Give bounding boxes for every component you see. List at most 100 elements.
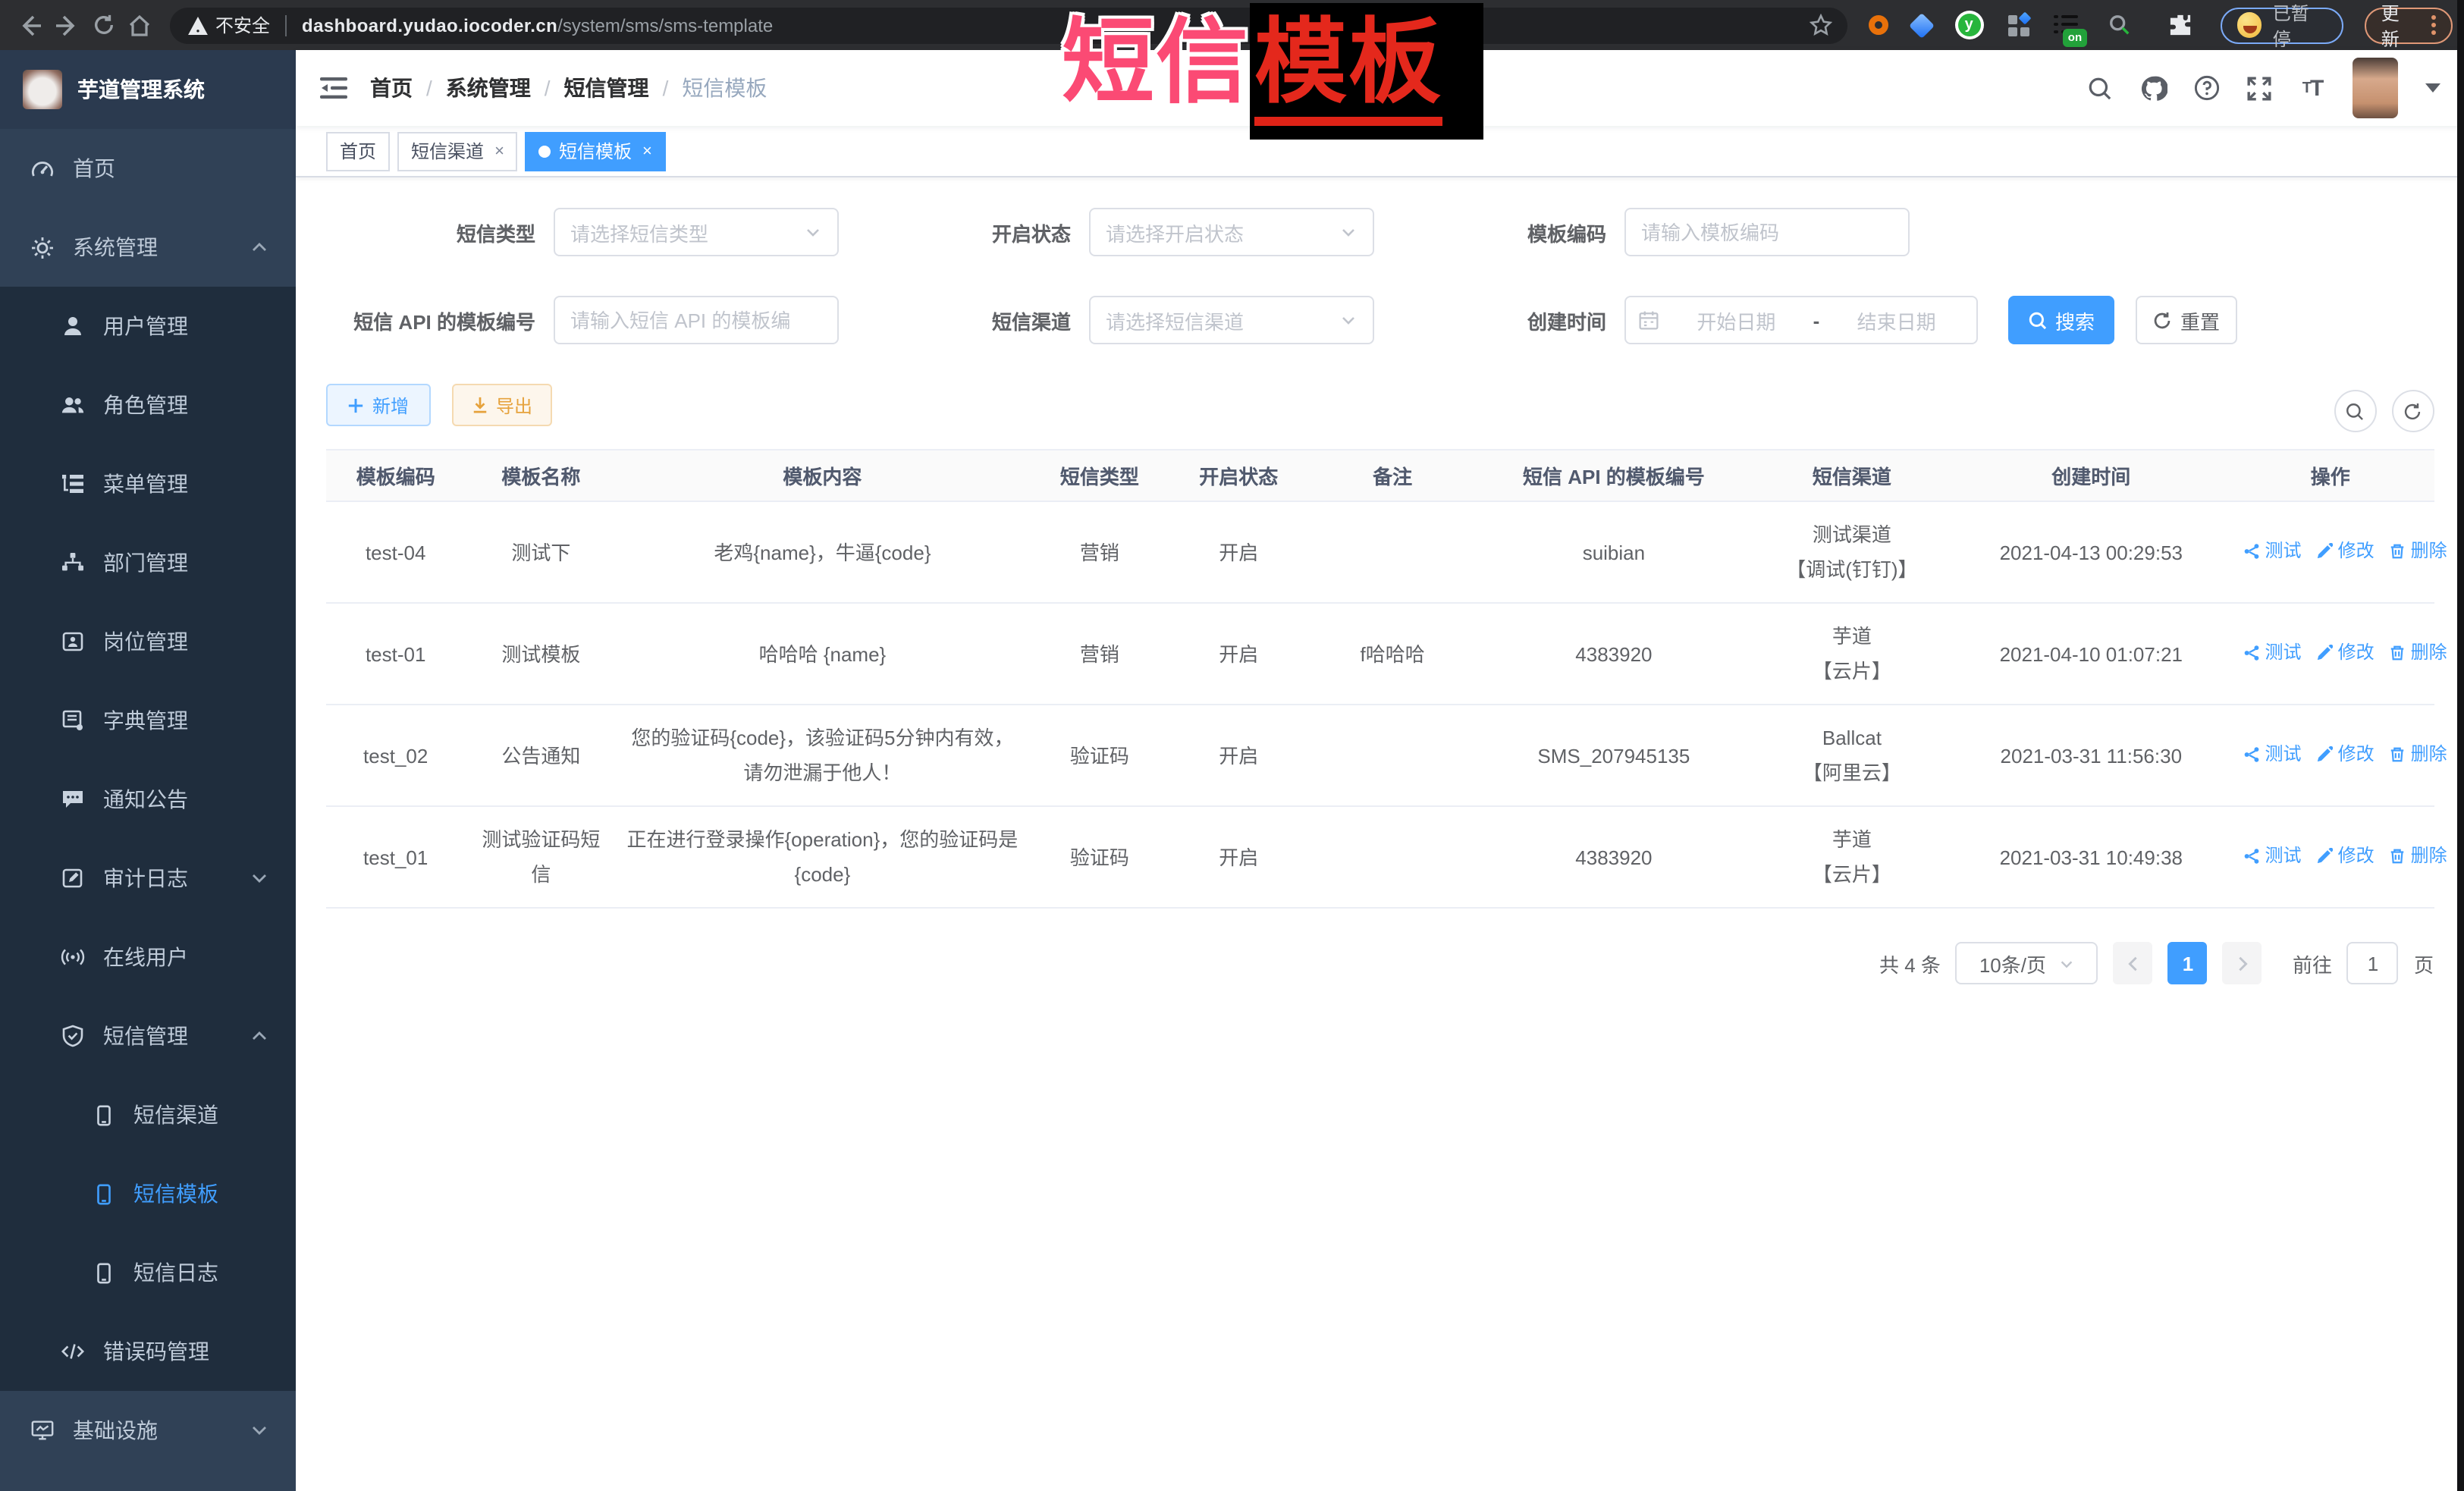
phone-icon xyxy=(91,1260,115,1285)
refresh-table-icon[interactable] xyxy=(2391,390,2434,432)
sms-channel-select[interactable]: 请选择短信渠道 xyxy=(1089,296,1374,344)
id-badge-icon xyxy=(61,629,85,654)
sidebar-item-post-mgmt[interactable]: 岗位管理 xyxy=(0,602,296,681)
sidebar-item-sms-channel[interactable]: 短信渠道 xyxy=(0,1075,296,1154)
delete-link[interactable]: 删除 xyxy=(2390,636,2447,670)
profile-paused-pill[interactable]: 已暂停 xyxy=(2220,7,2343,43)
tag-sms-channel[interactable]: 短信渠道× xyxy=(397,131,518,171)
sidebar-item-menu-mgmt[interactable]: 菜单管理 xyxy=(0,444,296,523)
sidebar-item-errcode-mgmt[interactable]: 错误码管理 xyxy=(0,1312,296,1391)
bookmark-star-icon[interactable] xyxy=(1809,14,1832,36)
api-template-id-input[interactable] xyxy=(554,296,839,344)
status-select[interactable]: 请选择开启状态 xyxy=(1089,208,1374,256)
system-submenu: 用户管理 角色管理 菜单管理 部门管理 岗位管理 xyxy=(0,287,296,1391)
blue-gem-extension-icon[interactable] xyxy=(1908,12,1934,38)
create-time-label: 创建时间 xyxy=(1462,306,1624,334)
next-page-button[interactable] xyxy=(2223,942,2262,984)
sidebar-item-role-mgmt[interactable]: 角色管理 xyxy=(0,366,296,444)
goto-page-input[interactable] xyxy=(2347,942,2399,984)
chevron-down-icon xyxy=(250,869,268,887)
back-icon[interactable] xyxy=(15,10,46,40)
navbar-right: TT xyxy=(2086,58,2441,118)
extension-icons: y on xyxy=(1868,10,2199,40)
caret-down-icon[interactable] xyxy=(2423,82,2441,94)
add-button[interactable]: 新增 xyxy=(326,384,431,426)
total-count: 共 4 条 xyxy=(1879,949,1941,978)
sidebar-item-sms-log[interactable]: 短信日志 xyxy=(0,1233,296,1312)
tag-home[interactable]: 首页 xyxy=(326,131,390,171)
not-secure-warning[interactable]: 不安全 xyxy=(188,12,270,38)
sidebar-item-home[interactable]: 首页 xyxy=(0,129,296,208)
breadcrumb-item[interactable]: 短信管理 xyxy=(564,73,649,103)
prev-page-button[interactable] xyxy=(2114,942,2153,984)
share-icon xyxy=(2244,848,2261,865)
delete-link[interactable]: 删除 xyxy=(2390,839,2447,874)
edit-link[interactable]: 修改 xyxy=(2317,636,2375,670)
sidebar-logo-row[interactable]: 芋道管理系统 xyxy=(0,50,296,129)
sidebar-item-dict-mgmt[interactable]: 字典管理 xyxy=(0,681,296,760)
sidebar-item-notice-mgmt[interactable]: 通知公告 xyxy=(0,760,296,839)
grid-extension-icon[interactable] xyxy=(2007,14,2029,36)
sidebar-item-user-mgmt[interactable]: 用户管理 xyxy=(0,287,296,366)
delete-link[interactable]: 删除 xyxy=(2390,737,2447,772)
edit-link[interactable]: 修改 xyxy=(2317,737,2375,772)
magnifier-extension-icon[interactable] xyxy=(2105,10,2135,40)
forward-icon[interactable] xyxy=(52,10,82,40)
paused-label: 已暂停 xyxy=(2273,0,2327,51)
delete-link[interactable]: 删除 xyxy=(2390,534,2447,569)
breadcrumb-item[interactable]: 首页 xyxy=(370,73,413,103)
date-range-picker[interactable]: 开始日期 - 结束日期 xyxy=(1624,296,1978,344)
kebab-menu-icon[interactable] xyxy=(2431,15,2435,35)
avatar[interactable] xyxy=(2352,58,2397,118)
test-link[interactable]: 测试 xyxy=(2244,636,2302,670)
sidebar-item-sms-mgmt[interactable]: 短信管理 xyxy=(0,997,296,1075)
home-icon[interactable] xyxy=(124,10,155,40)
gear-icon xyxy=(30,235,55,259)
show-search-icon[interactable] xyxy=(2334,390,2376,432)
active-dot xyxy=(539,145,551,157)
puzzle-extension-icon[interactable] xyxy=(2165,10,2196,40)
breadcrumb-item[interactable]: 系统管理 xyxy=(446,73,531,103)
reset-button[interactable]: 重置 xyxy=(2136,296,2237,344)
test-link[interactable]: 测试 xyxy=(2244,737,2302,772)
test-link[interactable]: 测试 xyxy=(2244,839,2302,874)
warning-triangle-icon xyxy=(188,16,208,34)
orange-ring-extension-icon[interactable] xyxy=(1868,15,1888,35)
filter-status: 开启状态 请选择开启状态 xyxy=(927,208,1374,256)
sidebar-item-dept-mgmt[interactable]: 部门管理 xyxy=(0,523,296,602)
chevron-up-icon xyxy=(250,238,268,256)
collapse-sidebar-icon[interactable] xyxy=(319,73,349,103)
sidebar-item-system[interactable]: 系统管理 xyxy=(0,208,296,287)
breadcrumb-item-current: 短信模板 xyxy=(682,73,767,103)
scrollbar-strip[interactable] xyxy=(2456,0,2464,1491)
sidebar-item-label: 字典管理 xyxy=(103,705,188,736)
green-y-extension-icon[interactable]: y xyxy=(1954,11,1983,39)
page-size-select[interactable]: 10条/页 xyxy=(1956,942,2098,984)
export-button[interactable]: 导出 xyxy=(452,384,552,426)
sidebar-item-online-users[interactable]: 在线用户 xyxy=(0,918,296,997)
github-icon[interactable] xyxy=(2139,74,2167,102)
font-size-icon[interactable]: TT xyxy=(2299,74,2326,102)
list-on-extension-icon[interactable]: on xyxy=(2053,14,2077,36)
page-1-button[interactable]: 1 xyxy=(2168,942,2208,984)
browser-update-pill[interactable]: 更新 xyxy=(2365,7,2452,43)
sidebar-item-sms-template[interactable]: 短信模板 xyxy=(0,1154,296,1233)
close-icon[interactable]: × xyxy=(642,142,652,160)
url-bar[interactable]: 不安全 dashboard.yudao.iocoder.cn /system/s… xyxy=(170,7,1847,43)
template-code-input[interactable] xyxy=(1624,208,1910,256)
edit-link[interactable]: 修改 xyxy=(2317,839,2375,874)
sidebar-item-label: 通知公告 xyxy=(103,784,188,815)
sms-type-select[interactable]: 请选择短信类型 xyxy=(554,208,839,256)
help-icon[interactable] xyxy=(2192,74,2220,102)
annotation-overlay: 短信 模板 xyxy=(1062,3,1483,140)
test-link[interactable]: 测试 xyxy=(2244,534,2302,569)
edit-link[interactable]: 修改 xyxy=(2317,534,2375,569)
close-icon[interactable]: × xyxy=(494,142,504,160)
fullscreen-icon[interactable] xyxy=(2246,74,2273,102)
header-search-icon[interactable] xyxy=(2086,74,2114,102)
sidebar-item-infra[interactable]: 基础设施 xyxy=(0,1391,296,1470)
reload-icon[interactable] xyxy=(88,10,118,40)
search-button[interactable]: 搜索 xyxy=(2008,296,2114,344)
sidebar-item-audit-log[interactable]: 审计日志 xyxy=(0,839,296,918)
tag-sms-template[interactable]: 短信模板× xyxy=(526,131,666,171)
